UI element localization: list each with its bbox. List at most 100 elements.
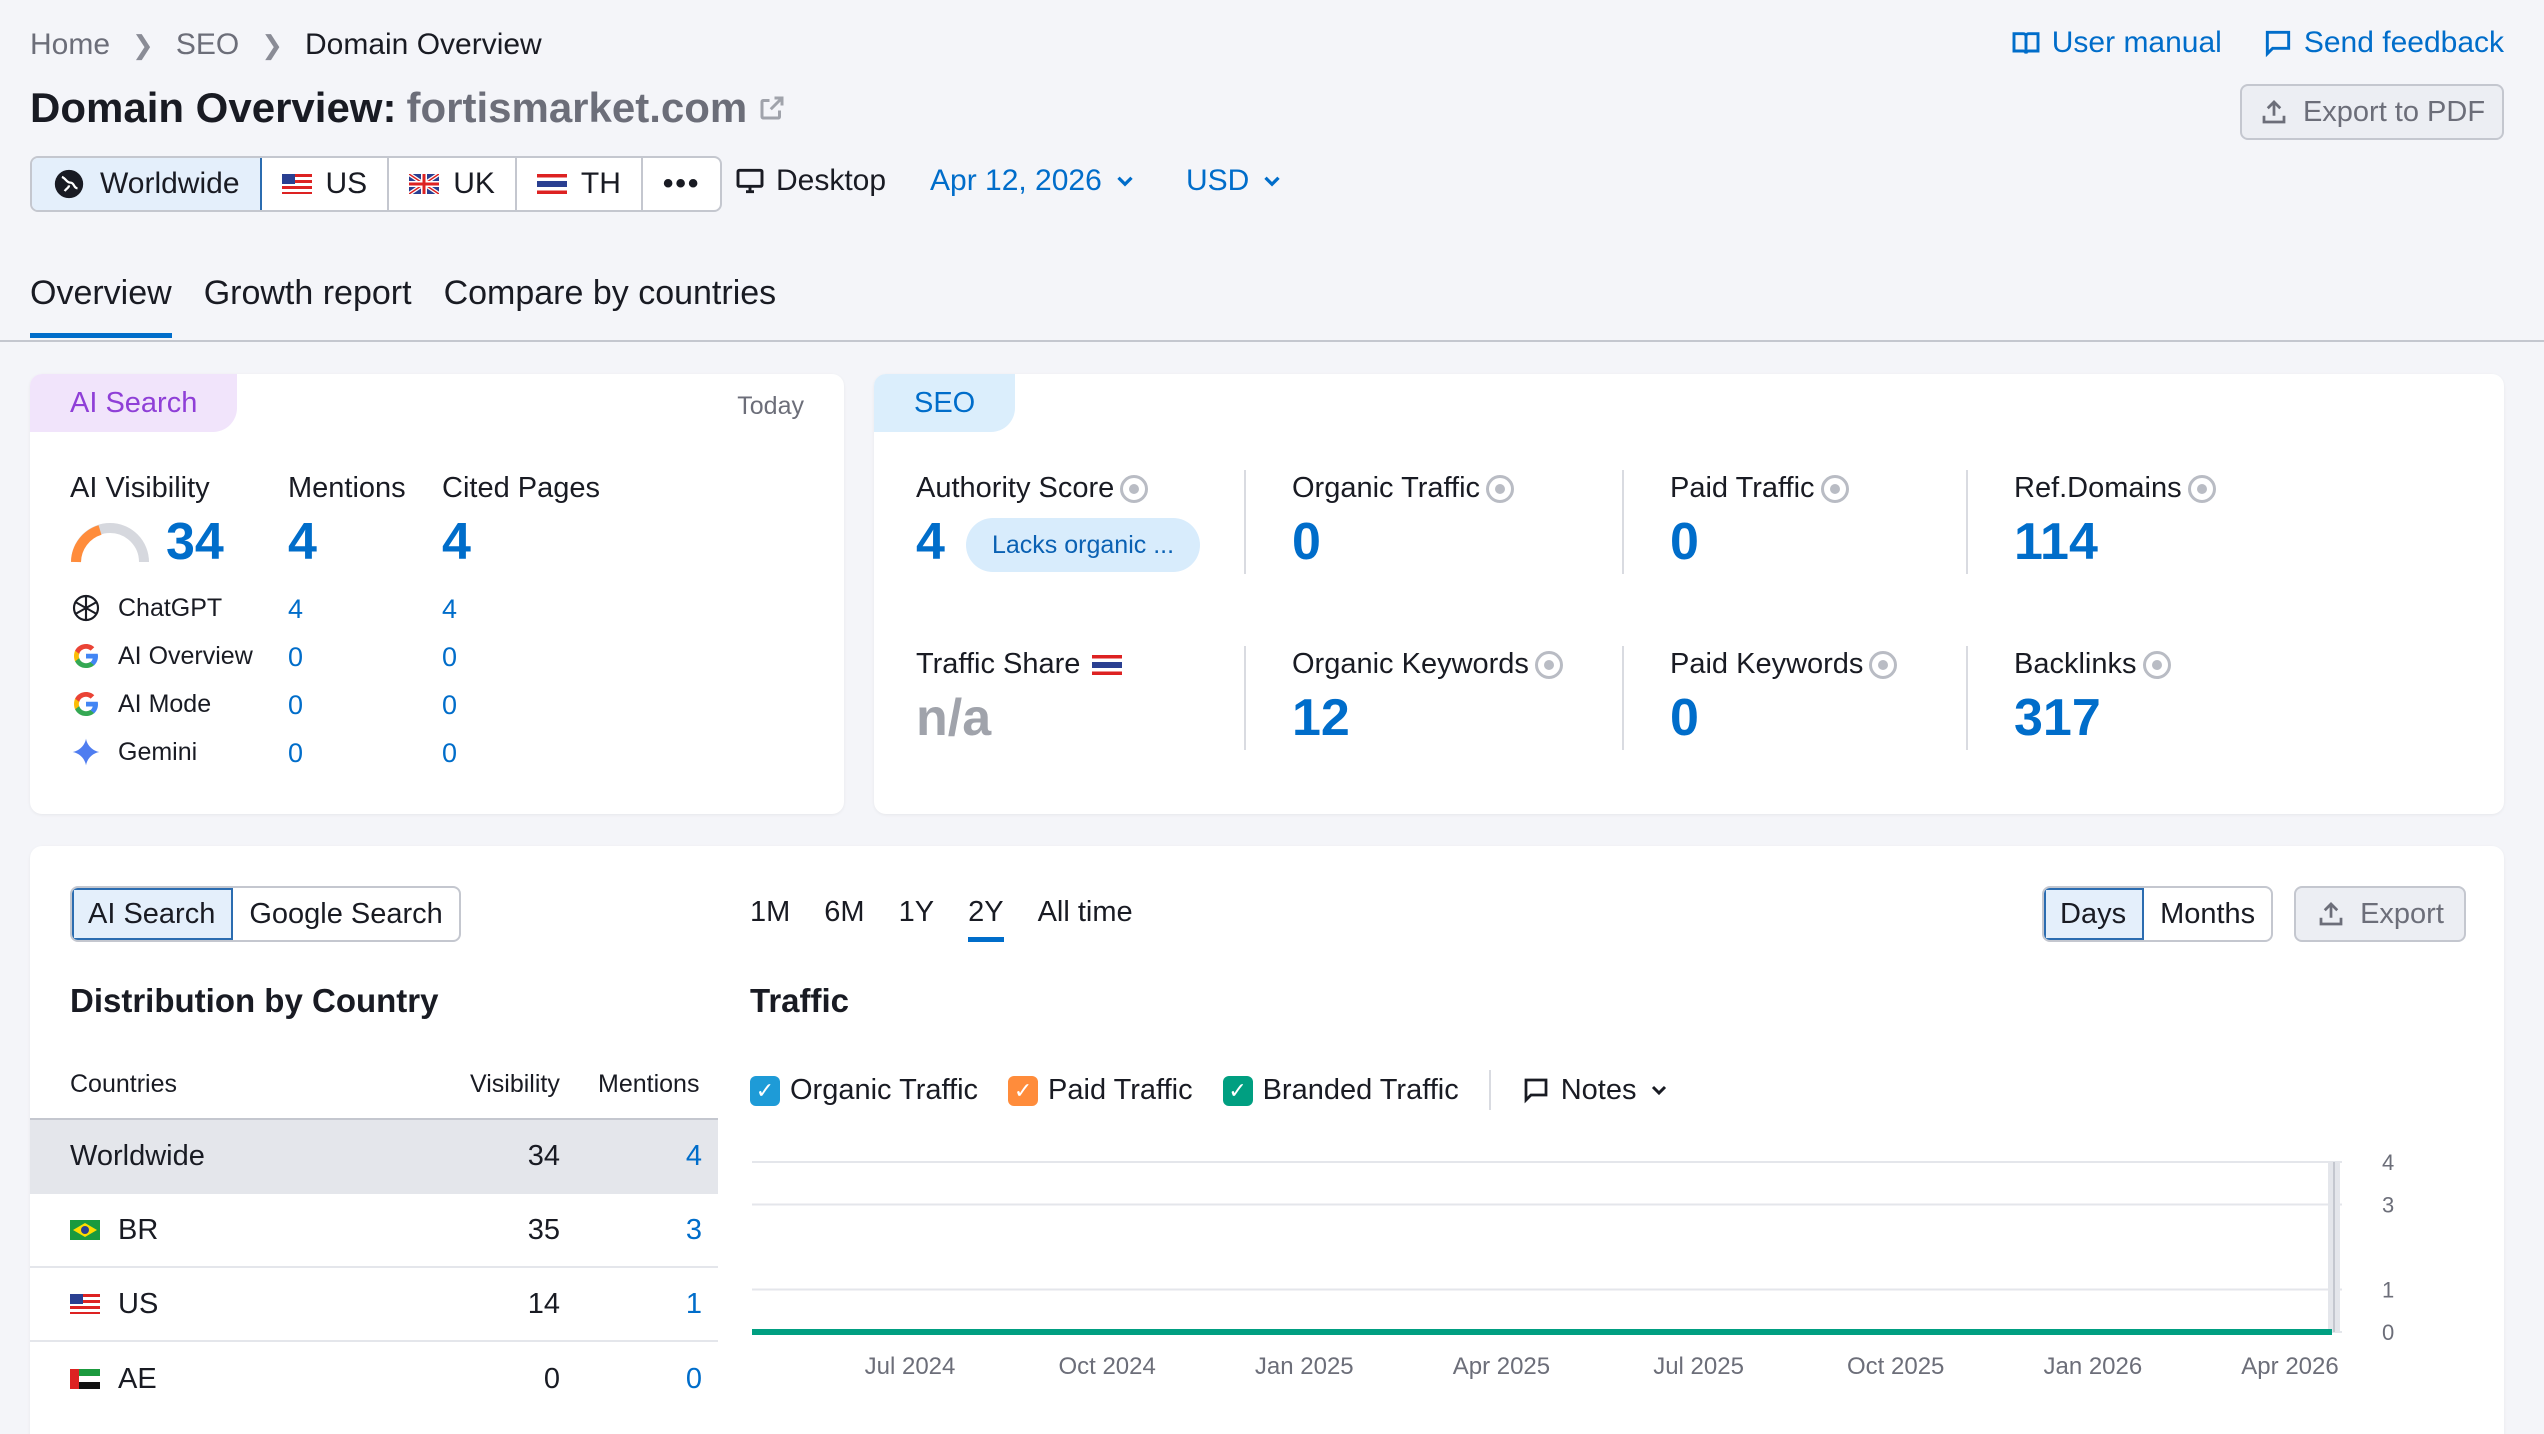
mentions-cell[interactable]: 0 (686, 1363, 702, 1396)
ref-domains-text: Ref.Domains (2014, 472, 2182, 504)
divider (1622, 646, 1624, 750)
backlinks-value[interactable]: 317 (2014, 688, 2101, 748)
external-link-icon[interactable] (757, 93, 787, 123)
ai-search-card: AI Search Today AI Visibility Mentions C… (30, 374, 844, 814)
ai-visibility-value[interactable]: 34 (166, 512, 224, 572)
tab-compare-by-countries[interactable]: Compare by countries (444, 274, 777, 338)
cited-pages-value[interactable]: 4 (442, 512, 471, 572)
tab-growth-report[interactable]: Growth report (204, 274, 412, 338)
authority-score-text: Authority Score (916, 472, 1115, 504)
info-icon[interactable] (2142, 651, 2171, 680)
x-tick-label: Apr 2026 (2241, 1353, 2338, 1380)
mentions-cell[interactable]: 3 (686, 1214, 702, 1247)
db-tab-worldwide[interactable]: Worldwide (32, 158, 262, 210)
google-icon (74, 692, 98, 716)
feedback-icon (2265, 30, 2290, 58)
x-tick-label: Jan 2025 (1255, 1353, 1354, 1380)
llm-name: Gemini (118, 737, 198, 766)
granularity-toggle: Days Months (2042, 886, 2274, 942)
range-1y[interactable]: 1Y (899, 896, 934, 942)
y-tick-label: 1 (2382, 1278, 2394, 1303)
authority-score-value[interactable]: 4 (916, 512, 945, 572)
mentions-cell[interactable]: 4 (686, 1140, 702, 1173)
currency-selector[interactable]: USD (1186, 164, 1285, 198)
toggle-months[interactable]: Months (2144, 888, 2271, 940)
export-pdf-button[interactable]: Export to PDF (2240, 84, 2504, 140)
breadcrumb-seo[interactable]: SEO (176, 28, 239, 62)
x-tick-label: Jan 2026 (2043, 1353, 2142, 1380)
toggle-google-search[interactable]: Google Search (233, 888, 458, 940)
organic-keywords-value[interactable]: 12 (1292, 688, 1350, 748)
export-label: Export (2360, 897, 2444, 930)
legend-organic-traffic[interactable]: ✓ Organic Traffic (750, 1074, 978, 1107)
db-tab-label: TH (580, 167, 621, 200)
llm-cited[interactable]: 4 (442, 594, 457, 625)
device-selector[interactable]: Desktop (734, 164, 886, 198)
info-icon[interactable] (1820, 475, 1849, 504)
mentions-value[interactable]: 4 (288, 512, 317, 572)
ref-domains-value[interactable]: 114 (2014, 512, 2098, 572)
note-icon (1524, 1078, 1548, 1104)
table-row[interactable]: AE 0 0 (30, 1342, 718, 1416)
table-row[interactable]: BR 35 3 (30, 1194, 718, 1268)
llm-row-ai-overview: AI Overview (70, 640, 253, 672)
info-icon[interactable] (2187, 475, 2216, 504)
info-icon[interactable] (1534, 651, 1563, 680)
send-feedback-link[interactable]: Send feedback (2262, 26, 2504, 60)
chevron-right-icon: ❯ (132, 29, 154, 60)
notes-dropdown[interactable]: Notes (1521, 1074, 1671, 1107)
mentions-cell[interactable]: 1 (686, 1288, 702, 1321)
globe-icon (54, 169, 84, 199)
db-tab-us[interactable]: US (262, 158, 390, 210)
chart-legend: ✓ Organic Traffic ✓ Paid Traffic ✓ Branded … (750, 1070, 1671, 1110)
paid-traffic-value[interactable]: 0 (1670, 512, 1699, 572)
tab-overview[interactable]: Overview (30, 274, 172, 338)
table-row[interactable]: US 14 1 (30, 1268, 718, 1342)
info-icon[interactable] (1120, 475, 1149, 504)
llm-cited[interactable]: 0 (442, 642, 457, 673)
range-all-time[interactable]: All time (1038, 896, 1133, 942)
authority-badge[interactable]: Lacks organic ... (966, 518, 1201, 572)
us-flag-icon (70, 1294, 100, 1314)
breadcrumb-home[interactable]: Home (30, 28, 110, 62)
date-selector[interactable]: Apr 12, 2026 (930, 164, 1138, 198)
date-label: Apr 12, 2026 (930, 164, 1102, 197)
llm-mentions[interactable]: 0 (288, 642, 303, 673)
llm-mentions[interactable]: 0 (288, 738, 303, 769)
llm-name: AI Mode (118, 689, 212, 718)
user-manual-link[interactable]: User manual (2010, 26, 2222, 60)
domain-name[interactable]: fortismarket.com (406, 84, 747, 132)
toggle-days[interactable]: Days (2044, 888, 2145, 940)
organic-traffic-value[interactable]: 0 (1292, 512, 1321, 572)
desktop-icon (736, 168, 764, 194)
legend-paid-traffic[interactable]: ✓ Paid Traffic (1008, 1074, 1193, 1107)
table-row[interactable]: Worldwide 34 4 (30, 1120, 718, 1194)
legend-branded-traffic[interactable]: ✓ Branded Traffic (1222, 1074, 1459, 1107)
paid-traffic-label: Paid Traffic (1670, 472, 1849, 505)
db-tab-th[interactable]: TH (517, 158, 643, 210)
top-links: User manual Send feedback (2010, 26, 2504, 60)
legend-label: Organic Traffic (790, 1073, 979, 1106)
more-databases-button[interactable]: ••• (643, 158, 721, 210)
llm-cited[interactable]: 0 (442, 690, 457, 721)
checkbox-checked-icon: ✓ (750, 1075, 780, 1106)
llm-mentions[interactable]: 0 (288, 690, 303, 721)
gemini-icon (72, 738, 100, 766)
range-1m[interactable]: 1M (750, 896, 790, 942)
db-tab-uk[interactable]: UK (389, 158, 517, 210)
paid-keywords-value[interactable]: 0 (1670, 688, 1699, 748)
range-6m[interactable]: 6M (824, 896, 864, 942)
info-icon[interactable] (1486, 475, 1515, 504)
toggle-ai-search[interactable]: AI Search (72, 888, 234, 940)
range-2y[interactable]: 2Y (968, 896, 1004, 942)
x-tick-label: Jul 2024 (865, 1353, 956, 1380)
distribution-title: Distribution by Country (70, 982, 439, 1019)
export-button[interactable]: Export (2294, 886, 2466, 942)
upload-icon (2262, 100, 2286, 124)
info-icon[interactable] (1869, 651, 1898, 680)
llm-cited[interactable]: 0 (442, 738, 457, 769)
send-feedback-label: Send feedback (2303, 26, 2504, 59)
col-mentions: Mentions (598, 1070, 700, 1098)
backlinks-label: Backlinks (2014, 648, 2171, 681)
llm-mentions[interactable]: 4 (288, 594, 303, 625)
